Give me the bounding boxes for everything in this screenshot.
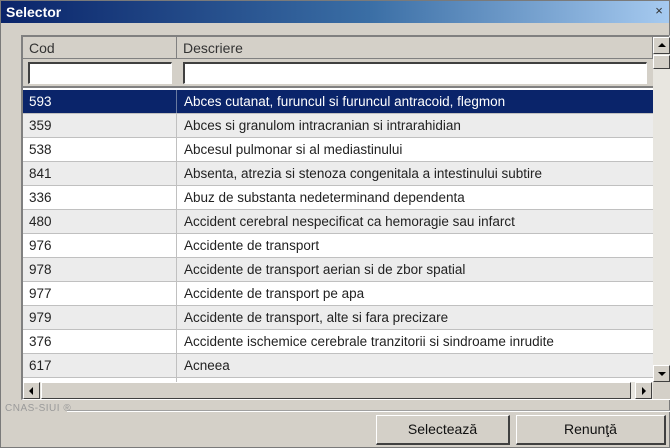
title-bar: Selector × [1, 1, 669, 23]
grid-rows: 593 Abces cutanat, furuncul si furuncul a… [23, 90, 653, 382]
descriere-cell: Accidente ischemice cerebrale tranzitori… [184, 334, 554, 349]
table-row[interactable]: 617 Acneea [23, 354, 653, 378]
cod-cell: 538 [23, 138, 177, 161]
table-row[interactable]: 538 Abcesul pulmonar si al mediastinului [23, 138, 653, 162]
vertical-scroll-thumb[interactable] [653, 55, 670, 69]
descriere-cell: Accidente de transport pe apa [184, 286, 365, 301]
descriere-cell: Abces si granulom intracranian si intrar… [184, 118, 461, 133]
cod-cell: 376 [23, 330, 177, 353]
cod-cell: 841 [23, 162, 177, 185]
scrollbar-corner [653, 382, 670, 399]
descriere-filter-input[interactable] [183, 62, 647, 84]
cod-cell: 593 [23, 90, 177, 113]
descriere-cell: Abces cutanat, furuncul si furuncul antr… [184, 94, 506, 109]
descriere-cell: Absenta, atrezia si stenoza congenitala … [184, 166, 542, 181]
descriere-cell: Accidente de transport, alte si fara pre… [184, 310, 449, 325]
scroll-right-button[interactable] [635, 382, 652, 399]
scroll-left-button[interactable] [23, 382, 40, 399]
cod-cell: 617 [23, 354, 177, 377]
arrow-left-icon [29, 387, 33, 395]
cod-cell: 359 [23, 114, 177, 137]
arrow-up-icon [658, 43, 666, 47]
cod-cell: 979 [23, 306, 177, 329]
selector-window: Selector × Cod Descriere 593 Abces cutana… [0, 0, 670, 448]
column-header-descriere[interactable]: Descriere [177, 37, 653, 59]
table-row[interactable]: 376 Accidente ischemice cerebrale tranzit… [23, 330, 653, 354]
descriere-cell: Accidente de transport [184, 238, 320, 253]
table-row[interactable]: 978 Accidente de transport aerian si de z… [23, 258, 653, 282]
cod-cell: 336 [23, 186, 177, 209]
cod-cell: 977 [23, 282, 177, 305]
scroll-up-button[interactable] [653, 37, 670, 54]
table-row[interactable]: 359 Abces si granulom intracranian si int… [23, 114, 653, 138]
footer-divider [67, 410, 670, 412]
table-row[interactable]: 976 Accidente de transport [23, 234, 653, 258]
cancel-button[interactable]: Renunţă [516, 415, 666, 445]
descriere-cell: Accident cerebral nespecificat ca hemora… [184, 214, 515, 229]
horizontal-scroll-thumb[interactable] [41, 382, 631, 399]
close-icon[interactable]: × [653, 3, 665, 19]
horizontal-scrollbar[interactable] [23, 382, 653, 399]
table-row[interactable]: 977 Accidente de transport pe apa [23, 282, 653, 306]
window-title: Selector [6, 4, 62, 20]
cod-cell: 978 [23, 258, 177, 281]
table-row[interactable]: 480 Accident cerebral nespecificat ca hem… [23, 210, 653, 234]
table-row[interactable]: 979 Accidente de transport, alte si fara … [23, 306, 653, 330]
cod-cell: 976 [23, 234, 177, 257]
vertical-scrollbar[interactable] [653, 37, 670, 382]
arrow-down-icon [658, 372, 666, 376]
table-row[interactable]: 593 Abces cutanat, furuncul si furuncul a… [23, 90, 653, 114]
select-button[interactable]: Selectează [376, 415, 510, 445]
descriere-cell: Abcesul pulmonar si al mediastinului [184, 142, 403, 157]
scroll-down-button[interactable] [653, 365, 670, 382]
descriere-cell: Acneea [184, 358, 230, 373]
cod-filter-input[interactable] [28, 62, 172, 84]
arrow-right-icon [642, 387, 646, 395]
brand-label: CNAS-SIUI ® [5, 403, 72, 414]
descriere-cell: Abuz de substanta nedeterminand dependen… [184, 190, 465, 205]
cod-cell: 480 [23, 210, 177, 233]
filter-row [23, 59, 653, 88]
table-row[interactable]: 336 Abuz de substanta nedeterminand depen… [23, 186, 653, 210]
table-row[interactable]: 841 Absenta, atrezia si stenoza congenita… [23, 162, 653, 186]
column-header-cod[interactable]: Cod [23, 37, 177, 59]
descriere-cell: Accidente de transport aerian si de zbor… [184, 262, 466, 277]
code-grid: Cod Descriere 593 Abces cutanat, furuncul… [21, 35, 670, 400]
